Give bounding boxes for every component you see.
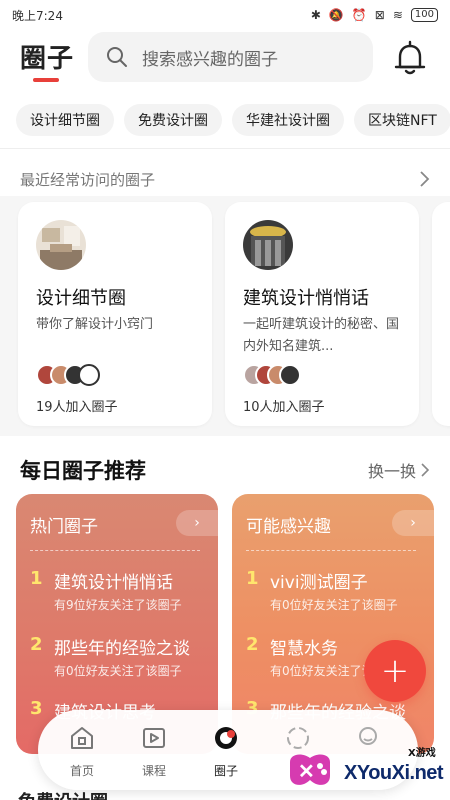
dashed-divider <box>30 550 200 551</box>
status-bar: 晚上7:24 ✱ 🔕 ⏰ ⊠ ≋ 100 <box>0 0 450 30</box>
card-description: 一起听建筑设计的秘密、国内外知名建筑... <box>243 317 400 354</box>
member-avatars <box>36 364 106 386</box>
sim-icon: ⊠ <box>374 8 385 22</box>
circle-avatar <box>243 220 293 270</box>
recent-card[interactable]: 设计细节圈 带你了解设计小窍门 19人加入圈子 <box>18 202 212 426</box>
panel-title: 可能感兴趣 <box>246 517 331 537</box>
recent-card-peek[interactable] <box>432 202 450 426</box>
status-icons: ✱ 🔕 ⏰ ⊠ ≋ 100 <box>311 8 438 22</box>
wifi-icon: ≋ <box>392 8 403 22</box>
chip-item[interactable]: 华建社设计圈 <box>232 104 344 136</box>
item-friends: 有0位好友关注了该圈子 <box>270 598 398 612</box>
watermark-brand: XYouXi.net <box>344 762 444 784</box>
watermark-small: X游戏 <box>408 748 436 759</box>
page-title: 圈子 <box>20 44 75 74</box>
home-icon <box>71 727 93 749</box>
plus-icon: + <box>380 651 410 691</box>
divider <box>0 148 450 149</box>
member-avatar <box>279 364 301 386</box>
tab-courses[interactable]: 课程 <box>124 722 184 782</box>
bluetooth-icon: ✱ <box>310 8 321 22</box>
search-input[interactable]: 搜索感兴趣的圈子 <box>88 32 373 82</box>
item-rank: 1 <box>246 568 259 589</box>
top-bar: 圈子 搜索感兴趣的圈子 <box>0 30 450 90</box>
item-name: 智慧水务 <box>270 639 338 659</box>
card-title: 设计细节圈 <box>36 288 126 309</box>
chevron-right-icon: › <box>410 515 416 531</box>
tab-label: 首页 <box>69 764 94 778</box>
tab-label: 圈子 <box>213 764 238 778</box>
item-rank: 3 <box>30 698 43 719</box>
item-name: vivi测试圈子 <box>270 573 368 593</box>
item-name: 那些年的经验之谈 <box>54 639 190 659</box>
refresh-label: 换一换 <box>367 462 416 481</box>
circles-icon <box>215 727 237 749</box>
svg-text:✕: ✕ <box>298 761 315 783</box>
status-time: 晚上7:24 <box>12 8 63 23</box>
panel-title: 热门圈子 <box>30 517 98 537</box>
chip-item[interactable]: 区块链NFT <box>354 104 450 136</box>
panel-more-button[interactable]: › <box>392 510 434 536</box>
recent-heading: 最近经常访问的圈子 <box>20 170 156 189</box>
tab-home[interactable]: 首页 <box>52 722 112 782</box>
gamepad-logo-icon: ✕ <box>290 754 330 785</box>
panel-more-button[interactable]: › <box>176 510 218 536</box>
recent-card[interactable]: 建筑设计悄悄话 一起听建筑设计的秘密、国内外知名建筑... 10人加入圈子 <box>225 202 419 426</box>
video-icon <box>143 728 165 748</box>
chip-item[interactable]: 免费设计圈 <box>124 104 222 136</box>
item-name: 建筑设计悄悄话 <box>54 573 173 593</box>
title-underline <box>33 78 59 82</box>
create-circle-button[interactable]: + <box>364 640 426 702</box>
refresh-button[interactable]: 换一换 <box>368 458 430 482</box>
member-avatar <box>78 364 100 386</box>
recent-carousel[interactable]: 设计细节圈 带你了解设计小窍门 19人加入圈子 建筑设计悄悄话 一起听建筑设计的… <box>0 196 450 436</box>
daily-title: 每日圈子推荐 <box>20 459 146 483</box>
mute-icon: 🔕 <box>328 8 344 22</box>
card-description: 带你了解设计小窍门 <box>36 317 154 332</box>
chevron-right-icon: › <box>194 515 200 531</box>
member-count: 19人加入圈子 <box>36 400 118 415</box>
item-friends: 有9位好友关注了该圈子 <box>54 598 182 612</box>
battery-indicator: 100 <box>410 8 438 22</box>
search-placeholder: 搜索感兴趣的圈子 <box>142 49 278 70</box>
chevron-right-icon <box>421 463 430 477</box>
alarm-icon: ⏰ <box>351 8 367 22</box>
tab-label: 课程 <box>141 764 166 778</box>
item-rank: 1 <box>30 568 43 589</box>
item-friends: 有0位好友关注了该圈子 <box>54 664 182 678</box>
member-count: 10人加入圈子 <box>243 400 325 415</box>
member-avatars <box>243 364 313 386</box>
bell-icon[interactable] <box>390 38 430 78</box>
item-rank: 2 <box>30 634 43 655</box>
watermark: ✕ X游戏 XYouXi.net <box>280 740 450 790</box>
search-icon <box>107 47 127 67</box>
chevron-right-icon <box>420 171 430 187</box>
category-chips: 设计细节圈 免费设计圈 华建社设计圈 区块链NFT <box>0 104 450 138</box>
tab-circles[interactable]: 圈子 <box>196 722 256 782</box>
card-title: 建筑设计悄悄话 <box>243 288 369 309</box>
circle-avatar <box>36 220 86 270</box>
recent-header[interactable]: 最近经常访问的圈子 <box>0 166 450 192</box>
item-rank: 2 <box>246 634 259 655</box>
chip-item[interactable]: 设计细节圈 <box>16 104 114 136</box>
dashed-divider <box>246 550 416 551</box>
